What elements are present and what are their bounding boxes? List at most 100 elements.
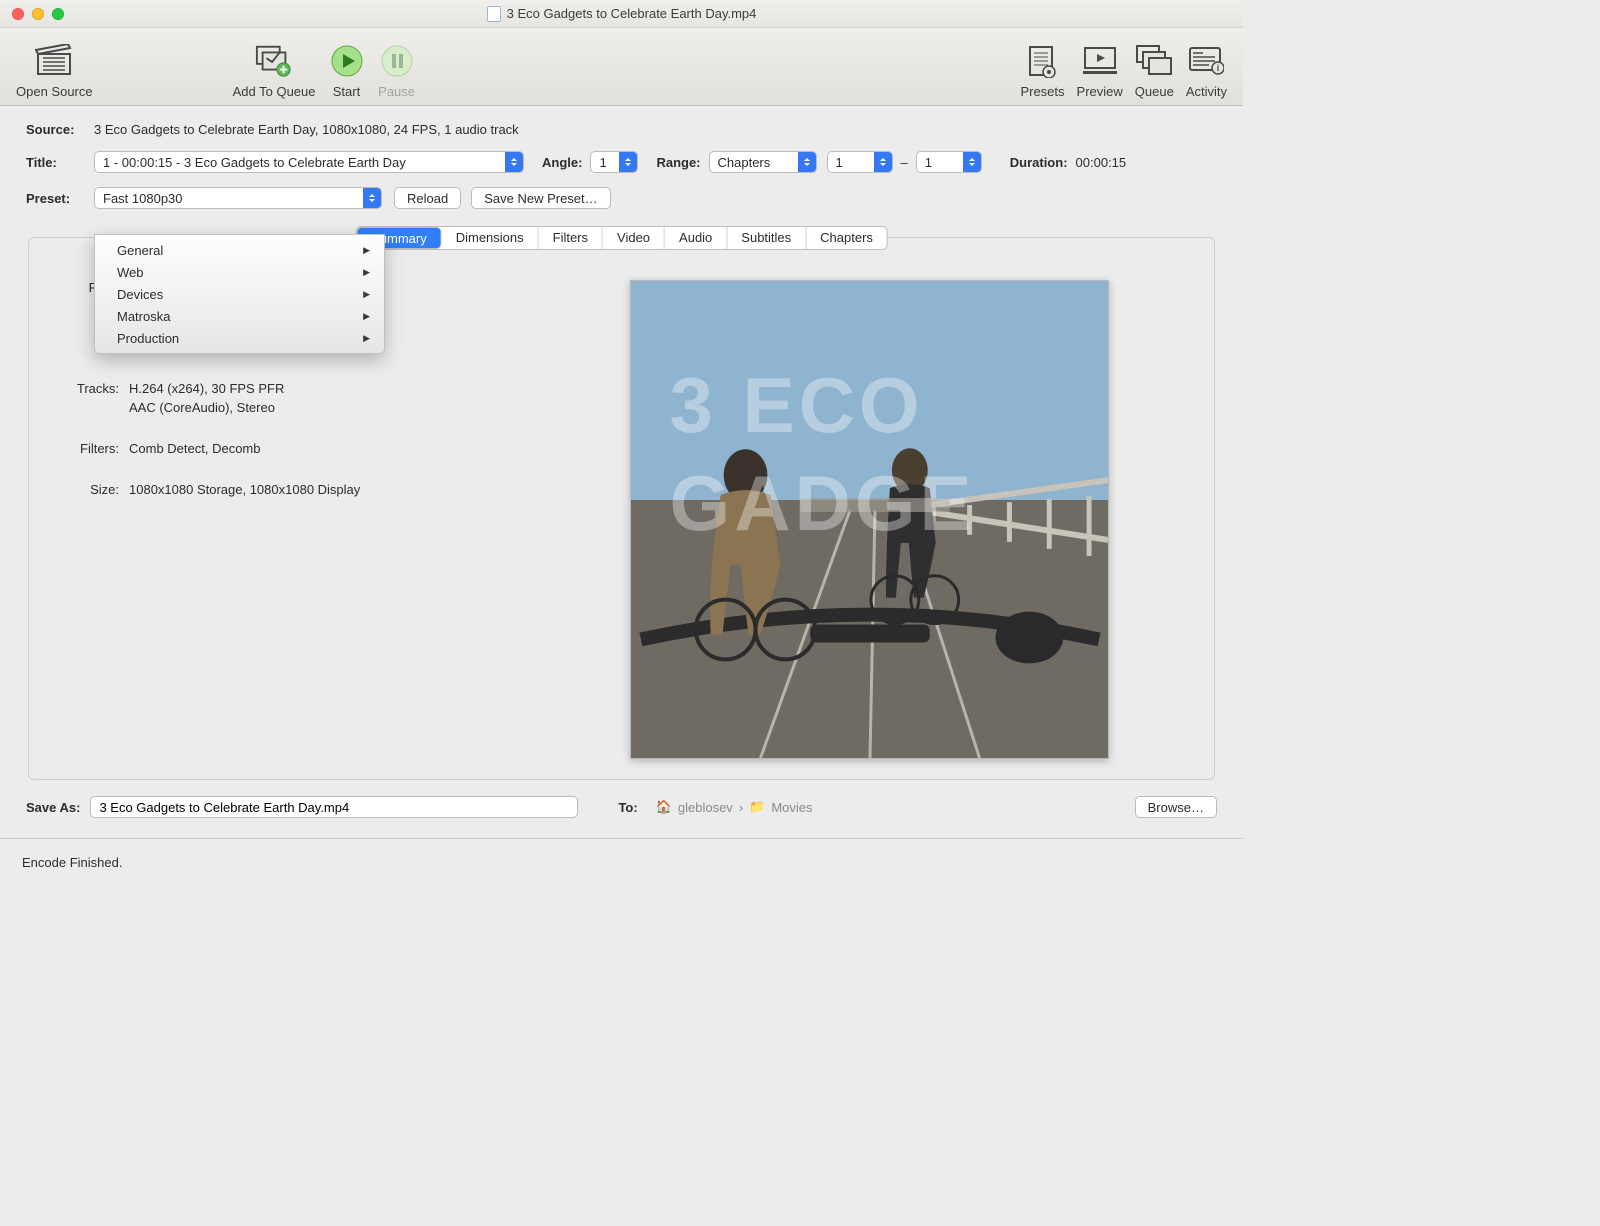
queue-label: Queue [1135,84,1174,99]
stepper-icon [874,152,892,172]
tab-filters[interactable]: Filters [539,227,603,249]
source-label: Source: [26,122,94,137]
start-label: Start [333,84,360,99]
preview-button[interactable]: Preview [1071,42,1129,99]
tracks-line1: H.264 (x264), 30 FPS PFR [129,381,284,396]
path-separator: › [739,800,743,815]
duration-value: 00:00:15 [1076,155,1127,170]
window-title: 3 Eco Gadgets to Celebrate Earth Day.mp4 [0,6,1243,22]
open-source-button[interactable]: Open Source [10,42,99,99]
start-button[interactable]: Start [322,42,372,99]
preset-menu-production[interactable]: Production [95,327,384,349]
title-select-value: 1 - 00:00:15 - 3 Eco Gadgets to Celebrat… [103,155,406,170]
save-new-preset-label: Save New Preset… [484,191,597,206]
save-as-label: Save As: [26,800,80,815]
preset-menu-matroska[interactable]: Matroska [95,305,384,327]
watermark-line2: GADGE [670,455,1099,553]
filters-value: Comb Detect, Decomb [129,441,261,456]
watermark-line1: 3 ECO [670,357,1099,455]
size-label: Size: [57,482,119,497]
preset-dropdown: General Web Devices Matroska Production [94,234,385,354]
stepper-icon [619,152,637,172]
size-value: 1080x1080 Storage, 1080x1080 Display [129,482,360,497]
document-icon [487,6,501,22]
preview-watermark: 3 ECO GADGE [670,357,1099,552]
activity-icon: i [1187,42,1225,80]
presets-button[interactable]: Presets [1014,42,1070,99]
save-new-preset-button[interactable]: Save New Preset… [471,187,610,209]
clapperboard-icon [35,42,73,80]
pause-button: Pause [372,42,422,99]
save-row: Save As: To: 🏠 gleblosev › 📁 Movies Brow… [0,780,1243,838]
stepper-icon [505,152,523,172]
reload-label: Reload [407,191,448,206]
title-select[interactable]: 1 - 00:00:15 - 3 Eco Gadgets to Celebrat… [94,151,524,173]
save-as-input[interactable] [90,796,578,818]
browse-label: Browse… [1148,800,1204,815]
tab-dimensions[interactable]: Dimensions [442,227,539,249]
presets-icon [1023,42,1061,80]
range-to-value: 1 [925,155,932,170]
title-label: Title: [26,155,94,170]
presets-label: Presets [1020,84,1064,99]
range-type-select[interactable]: Chapters [709,151,817,173]
video-preview: 3 ECO GADGE [630,280,1109,759]
pause-icon [378,42,416,80]
play-icon [328,42,366,80]
range-dash: – [901,155,908,170]
source-value: 3 Eco Gadgets to Celebrate Earth Day, 10… [94,122,519,137]
preset-select[interactable]: Fast 1080p30 [94,187,382,209]
queue-button[interactable]: Queue [1129,42,1180,99]
queue-icon [1135,42,1173,80]
path-user: gleblosev [678,800,733,815]
chevron-down-icon [363,188,381,208]
tab-video[interactable]: Video [603,227,665,249]
status-text: Encode Finished. [22,855,122,870]
preview-icon [1081,42,1119,80]
duration-label: Duration: [1010,155,1068,170]
range-to-select[interactable]: 1 [916,151,982,173]
toolbar: Open Source Add To Queue Start Pause Pre… [0,28,1243,106]
open-source-label: Open Source [16,84,93,99]
source-row: Source: 3 Eco Gadgets to Celebrate Earth… [26,122,1217,137]
tab-chapters[interactable]: Chapters [806,227,887,249]
save-as-field[interactable] [99,800,569,815]
window-title-text: 3 Eco Gadgets to Celebrate Earth Day.mp4 [507,6,757,21]
range-from-select[interactable]: 1 [827,151,893,173]
destination-path[interactable]: 🏠 gleblosev › 📁 Movies [656,799,813,815]
reload-button[interactable]: Reload [394,187,461,209]
status-bar: Encode Finished. [0,838,1243,940]
title-bar: 3 Eco Gadgets to Celebrate Earth Day.mp4 [0,0,1243,28]
tab-audio[interactable]: Audio [665,227,727,249]
angle-select[interactable]: 1 [590,151,638,173]
add-to-queue-icon [255,42,293,80]
activity-button[interactable]: i Activity [1180,42,1233,99]
preview-label: Preview [1077,84,1123,99]
content-area: Source: 3 Eco Gadgets to Celebrate Earth… [0,106,1243,780]
activity-label: Activity [1186,84,1227,99]
preset-row: Preset: Fast 1080p30 Reload Save New Pre… [26,187,1217,209]
preset-menu-general[interactable]: General [95,239,384,261]
path-folder: Movies [771,800,812,815]
preset-label: Preset: [26,191,94,206]
tracks-line2: AAC (CoreAudio), Stereo [129,400,275,415]
preset-menu-web[interactable]: Web [95,261,384,283]
svg-text:i: i [1217,63,1220,73]
tracks-label: Tracks: [57,381,119,396]
stepper-icon [798,152,816,172]
add-to-queue-label: Add To Queue [233,84,316,99]
preset-value: Fast 1080p30 [103,191,183,206]
stepper-icon [963,152,981,172]
preset-menu-devices[interactable]: Devices [95,283,384,305]
tab-subtitles[interactable]: Subtitles [727,227,806,249]
folder-icon: 📁 [749,799,765,815]
browse-button[interactable]: Browse… [1135,796,1217,818]
add-to-queue-button[interactable]: Add To Queue [227,42,322,99]
range-type-value: Chapters [718,155,771,170]
angle-label: Angle: [542,155,582,170]
range-label: Range: [656,155,700,170]
angle-value: 1 [599,155,606,170]
pause-label: Pause [378,84,415,99]
range-from-value: 1 [836,155,843,170]
home-icon: 🏠 [656,799,672,815]
